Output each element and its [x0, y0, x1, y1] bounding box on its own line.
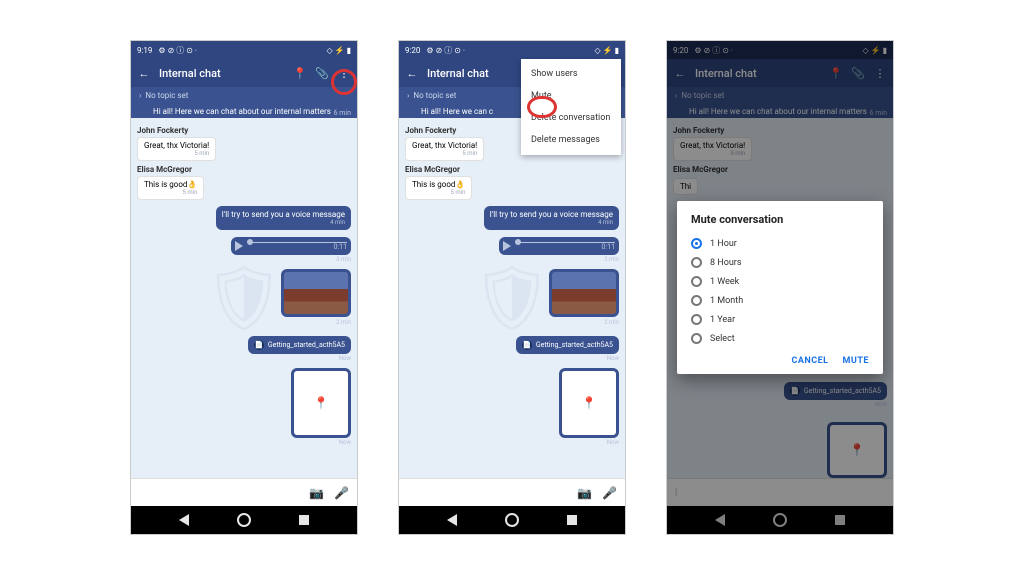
sender-name: Elisa McGregor: [137, 165, 351, 174]
map-pin-icon: 📍: [582, 396, 597, 410]
nav-home-icon[interactable]: [237, 513, 251, 527]
phone-screenshot-1: 9:19 ⚙ ⊘ ⓘ ⊙ · ◇ ⚡ ▮ ← Internal chat 📍 📎…: [130, 40, 358, 535]
radio-select[interactable]: Select: [691, 329, 869, 348]
chat-area: 🛡 John Fockerty Great, thx Victoria!5 mi…: [131, 118, 357, 478]
sender-name: Elisa McGregor: [405, 165, 619, 174]
location-message[interactable]: 📍: [291, 368, 351, 438]
status-bar: 9:20 ⚙ ⊘ ⓘ ⊙ · ◇ ⚡ ▮: [399, 41, 625, 59]
menu-mute[interactable]: Mute: [521, 85, 621, 107]
phone-screenshot-3: 9:20 ⚙ ⊘ ⓘ ⊙ · ◇ ⚡ ▮ ← Internal chat 📍 📎…: [666, 40, 894, 535]
menu-show-users[interactable]: Show users: [521, 63, 621, 85]
mic-icon[interactable]: 🎤: [334, 486, 349, 500]
mute-button[interactable]: MUTE: [843, 356, 869, 366]
back-icon[interactable]: ←: [405, 67, 419, 80]
chat-title: Internal chat: [159, 67, 285, 80]
pinned-message: Hi all! Here we can chat about our inter…: [131, 103, 357, 118]
chevron-right-icon: ›: [407, 91, 409, 100]
file-message[interactable]: 📄Getting_started_acth5A5: [516, 336, 619, 354]
message-input-bar[interactable]: 📷 🎤: [399, 478, 625, 506]
menu-delete-conversation[interactable]: Delete conversation: [521, 107, 621, 129]
nav-back-icon[interactable]: [447, 514, 457, 526]
play-icon[interactable]: [503, 241, 511, 251]
image-message[interactable]: [281, 269, 351, 317]
nav-home-icon[interactable]: [505, 513, 519, 527]
outgoing-message[interactable]: I'll try to send you a voice message4 mi…: [484, 206, 619, 230]
incoming-message[interactable]: Great, thx Victoria!5 min: [405, 137, 484, 161]
incoming-message[interactable]: This is good👌5 min: [405, 176, 472, 200]
mic-icon[interactable]: 🎤: [602, 486, 617, 500]
camera-icon[interactable]: 📷: [577, 486, 592, 500]
overflow-menu: Show users Mute Delete conversation Dele…: [521, 59, 621, 155]
chat-area: 🛡 John Fockerty Great, thx Victoria!5 mi…: [399, 118, 625, 478]
radio-1-year[interactable]: 1 Year: [691, 310, 869, 329]
play-icon[interactable]: [235, 241, 243, 251]
incoming-message[interactable]: This is good👌5 min: [137, 176, 204, 200]
phone-screenshot-2: 9:20 ⚙ ⊘ ⓘ ⊙ · ◇ ⚡ ▮ ← Internal chat 📍 📎…: [398, 40, 626, 535]
android-nav-bar: [131, 506, 357, 534]
nav-recents-icon[interactable]: [299, 515, 309, 525]
kebab-icon[interactable]: ⋮: [337, 67, 351, 80]
radio-8-hours[interactable]: 8 Hours: [691, 253, 869, 272]
dialog-title: Mute conversation: [691, 213, 869, 226]
image-message[interactable]: [549, 269, 619, 317]
sender-name: John Fockerty: [137, 126, 351, 135]
menu-delete-messages[interactable]: Delete messages: [521, 129, 621, 151]
chevron-right-icon: ›: [139, 91, 141, 100]
mute-dialog: Mute conversation 1 Hour 8 Hours 1 Week …: [677, 201, 883, 374]
android-nav-bar: [399, 506, 625, 534]
radio-1-hour[interactable]: 1 Hour: [691, 234, 869, 253]
file-message[interactable]: 📄 Getting_started_acth5A5: [248, 336, 351, 354]
attach-icon[interactable]: 📎: [315, 67, 329, 80]
cancel-button[interactable]: CANCEL: [791, 356, 828, 366]
file-icon: 📄: [522, 340, 532, 350]
message-input-bar[interactable]: 📷 🎤: [131, 478, 357, 506]
topic-bar[interactable]: › No topic set: [131, 87, 357, 103]
location-message[interactable]: 📍: [559, 368, 619, 438]
camera-icon[interactable]: 📷: [309, 486, 324, 500]
radio-1-month[interactable]: 1 Month: [691, 291, 869, 310]
incoming-message[interactable]: Great, thx Victoria!5 min: [137, 137, 216, 161]
file-icon: 📄: [254, 340, 264, 350]
radio-1-week[interactable]: 1 Week: [691, 272, 869, 291]
location-icon[interactable]: 📍: [293, 67, 307, 80]
voice-message[interactable]: 0:11: [231, 237, 351, 255]
back-icon[interactable]: ←: [137, 67, 151, 80]
status-bar: 9:19 ⚙ ⊘ ⓘ ⊙ · ◇ ⚡ ▮: [131, 41, 357, 59]
outgoing-message[interactable]: I'll try to send you a voice message4 mi…: [216, 206, 351, 230]
nav-recents-icon[interactable]: [567, 515, 577, 525]
voice-message[interactable]: 0:11: [499, 237, 619, 255]
map-pin-icon: 📍: [314, 396, 329, 410]
nav-back-icon[interactable]: [179, 514, 189, 526]
app-bar: ← Internal chat 📍 📎 ⋮: [131, 59, 357, 87]
